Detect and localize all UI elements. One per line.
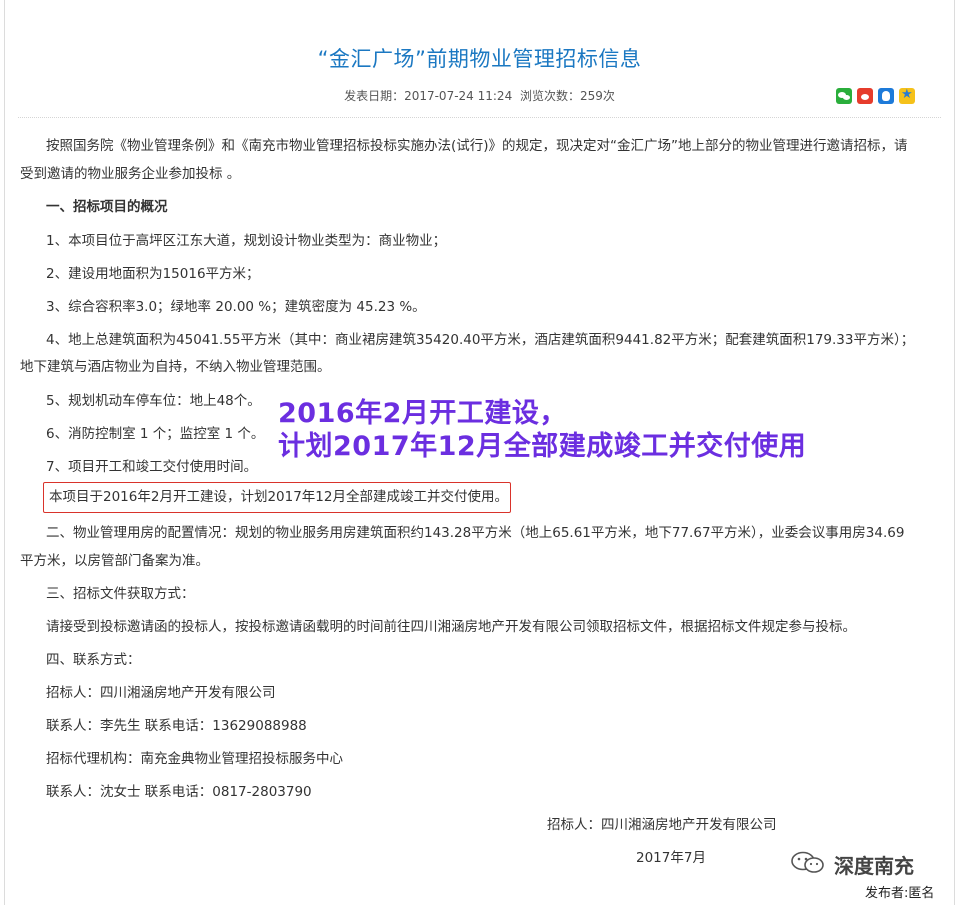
publish-date: 发表日期：2017-07-24 11:24 [344,89,513,103]
section-1-heading: 一、招标项目的概况 [46,199,168,215]
item-6: 6、消防控制室 1 个；监控室 1 个。 [46,426,265,442]
section-2-line-1: 二、物业管理用房的配置情况：规划的物业服务用房建筑面积约143.28平方米（地上… [46,525,905,541]
tenderer: 招标人：四川湘涵房地产开发有限公司 [46,685,276,701]
item-4-line-2: 地下建筑与酒店物业为自持，不纳入物业管理范围。 [20,359,331,375]
share-bar [836,87,915,104]
signature-tenderer: 招标人：四川湘涵房地产开发有限公司 [547,817,777,833]
page-title: “金汇广场”前期物业管理招标信息 [317,47,642,71]
item-7: 7、项目开工和竣工交付使用时间。 [46,459,258,475]
section-4-heading: 四、联系方式： [46,652,141,668]
contact-1: 联系人：李先生 联系电话：13629088988 [46,718,307,734]
intro-line-1: 按照国务院《物业管理条例》和《南充市物业管理招标投标实施办法(试行)》的规定，现… [46,138,908,154]
item-3: 3、综合容积率3.0；绿地率 20.00 %；建筑密度为 45.23 %。 [46,299,426,315]
qzone-icon[interactable] [899,87,915,104]
agency: 招标代理机构：南充金典物业管理招投标服务中心 [46,751,343,767]
item-2: 2、建设用地面积为15016平方米； [46,266,260,282]
contact-2: 联系人：沈女士 联系电话：0817-2803790 [46,784,312,800]
wechat-watermark-icon [791,851,824,873]
highlight-text: 本项目于2016年2月开工建设，计划2017年12月全部建成竣工并交付使用。 [49,489,508,505]
view-count: 浏览次数：259次 [520,89,615,103]
overlay-line-1: 2016年2月开工建设， [278,398,567,429]
qq-icon[interactable] [878,88,894,104]
intro-line-2: 受到邀请的物业服务企业参加投标 。 [20,166,241,182]
weibo-icon[interactable] [857,88,873,104]
signature-date: 2017年7月 [636,850,706,866]
wechat-icon[interactable] [836,88,852,104]
section-2-line-2: 平方米，以房管部门备案为准。 [20,553,209,569]
overlay-line-2: 计划2017年12月全部建成竣工并交付使用 [278,431,807,462]
item-4-line-1: 4、地上总建筑面积为45041.55平方米（其中：商业裙房建筑35420.40平… [46,332,915,348]
publisher-label: 发布者:匿名 [865,886,935,901]
watermark-brand: 深度南充 [834,854,914,878]
section-3-text: 请接受到投标邀请函的投标人，按投标邀请函载明的时间前往四川湘涵房地产开发有限公司… [46,619,856,635]
section-3-heading: 三、招标文件获取方式： [46,586,195,602]
article-meta: 发表日期：2017-07-24 11:24 浏览次数：259次 [0,87,959,104]
item-1: 1、本项目位于高坪区江东大道，规划设计物业类型为：商业物业； [46,233,447,249]
item-5: 5、规划机动车停车位：地上48个。 [46,393,261,409]
divider [18,117,941,118]
